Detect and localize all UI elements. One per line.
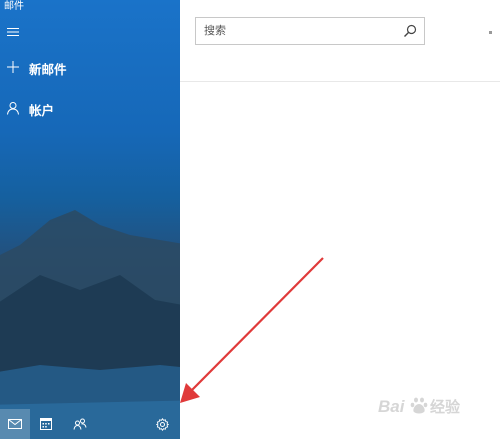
new-mail-label: 新邮件: [29, 63, 67, 77]
calendar-button[interactable]: [31, 409, 61, 439]
app-title: 邮件: [4, 1, 24, 12]
hamburger-button[interactable]: [0, 14, 180, 48]
baidu-logo: Bai 经验: [378, 397, 461, 416]
content-divider: [180, 81, 500, 82]
person-icon: [7, 102, 19, 115]
nav-pane: 邮件 新邮件 帐户: [0, 0, 180, 439]
new-mail-button[interactable]: 新邮件: [0, 50, 180, 84]
plus-icon: [7, 61, 19, 73]
people-button[interactable]: [65, 409, 95, 439]
hamburger-icon: [7, 28, 19, 36]
mail-button[interactable]: [0, 409, 30, 439]
background-landscape: [0, 210, 180, 439]
svg-text:Bai: Bai: [378, 397, 406, 416]
baidu-watermark: Bai 经验: [378, 395, 496, 417]
search-box: [195, 17, 425, 45]
bottom-bar: [0, 409, 180, 439]
search-input[interactable]: [204, 18, 394, 44]
settings-icon: [155, 417, 169, 431]
settings-button[interactable]: [147, 409, 177, 439]
accounts-button[interactable]: 帐户: [0, 91, 180, 125]
window-corner-mark: [489, 31, 492, 34]
calendar-icon: [40, 418, 52, 430]
people-icon: [73, 418, 87, 430]
search-icon[interactable]: [403, 24, 417, 38]
svg-text:经验: 经验: [430, 398, 461, 416]
accounts-label: 帐户: [29, 104, 55, 118]
mail-icon: [8, 419, 22, 429]
